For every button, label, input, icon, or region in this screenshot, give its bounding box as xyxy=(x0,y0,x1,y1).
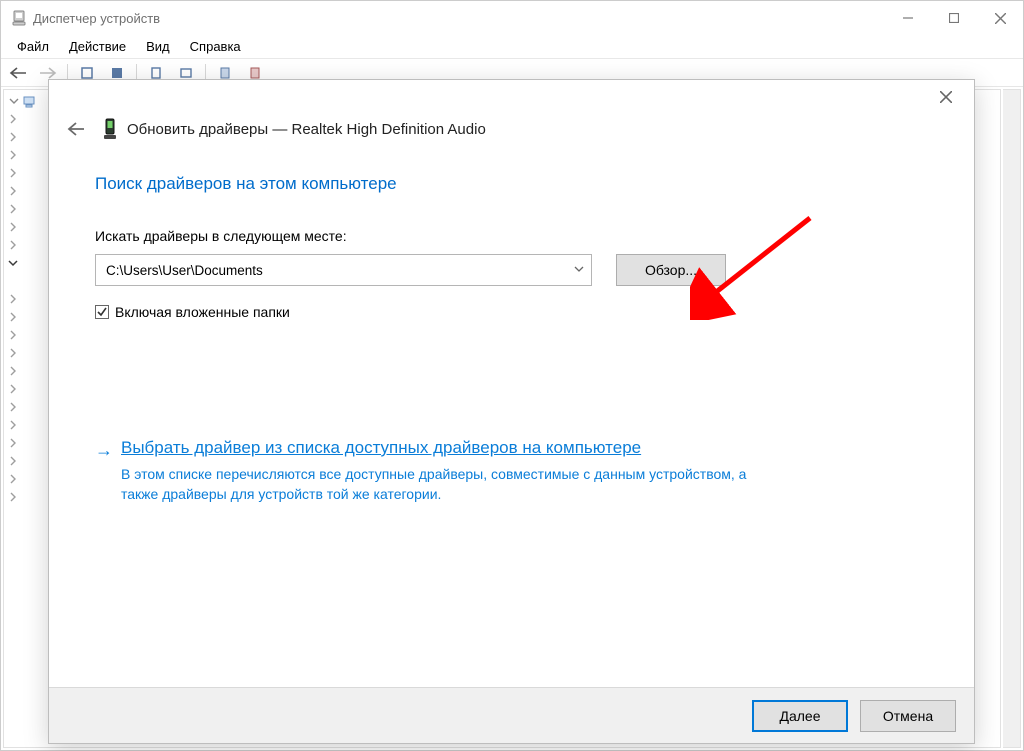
toolbar-back-button[interactable] xyxy=(5,62,31,84)
app-icon xyxy=(11,10,27,26)
path-label: Искать драйверы в следующем месте: xyxy=(95,228,928,244)
window-titlebar: Диспетчер устройств xyxy=(1,1,1023,35)
cancel-button[interactable]: Отмена xyxy=(860,700,956,732)
menu-action[interactable]: Действие xyxy=(59,36,136,57)
dialog-titlebar xyxy=(49,80,974,114)
pick-from-list-desc: В этом списке перечисляются все доступны… xyxy=(121,464,761,505)
dialog-close-button[interactable] xyxy=(926,83,966,111)
include-subfolders-label: Включая вложенные папки xyxy=(115,304,290,320)
driver-path-combobox[interactable]: C:\Users\User\Documents xyxy=(95,254,592,286)
dialog-content: Поиск драйверов на этом компьютере Искат… xyxy=(49,150,974,687)
menu-view[interactable]: Вид xyxy=(136,36,180,57)
next-button-label: Далее xyxy=(779,708,820,724)
checkbox-icon xyxy=(95,305,109,319)
dialog-header: Обновить драйверы — Realtek High Definit… xyxy=(49,114,974,150)
vertical-scrollbar[interactable] xyxy=(1003,89,1021,748)
menubar: Файл Действие Вид Справка xyxy=(1,35,1023,59)
dialog-title: Обновить драйверы — Realtek High Definit… xyxy=(127,121,486,138)
computer-icon xyxy=(22,95,36,112)
dialog-footer: Далее Отмена xyxy=(49,687,974,743)
update-driver-dialog: Обновить драйверы — Realtek High Definit… xyxy=(48,79,975,744)
menu-help[interactable]: Справка xyxy=(180,36,251,57)
pick-from-list-option[interactable]: → Выбрать драйвер из списка доступных др… xyxy=(95,438,928,505)
cancel-button-label: Отмена xyxy=(883,708,933,724)
driver-path-value: C:\Users\User\Documents xyxy=(106,263,573,278)
arrow-right-icon: → xyxy=(95,440,113,460)
include-subfolders-checkbox[interactable]: Включая вложенные папки xyxy=(95,304,928,320)
pick-from-list-title: Выбрать драйвер из списка доступных драй… xyxy=(121,438,761,458)
next-button[interactable]: Далее xyxy=(752,700,848,732)
minimize-button[interactable] xyxy=(885,1,931,35)
back-button[interactable] xyxy=(63,116,89,142)
device-icon xyxy=(103,118,117,140)
browse-button-label: Обзор... xyxy=(645,262,697,278)
menu-file[interactable]: Файл xyxy=(7,36,59,57)
window-title: Диспетчер устройств xyxy=(33,11,160,26)
chevron-down-icon xyxy=(573,263,585,278)
maximize-button[interactable] xyxy=(931,1,977,35)
dialog-heading: Поиск драйверов на этом компьютере xyxy=(95,174,928,194)
browse-button[interactable]: Обзор... xyxy=(616,254,726,286)
close-button[interactable] xyxy=(977,1,1023,35)
